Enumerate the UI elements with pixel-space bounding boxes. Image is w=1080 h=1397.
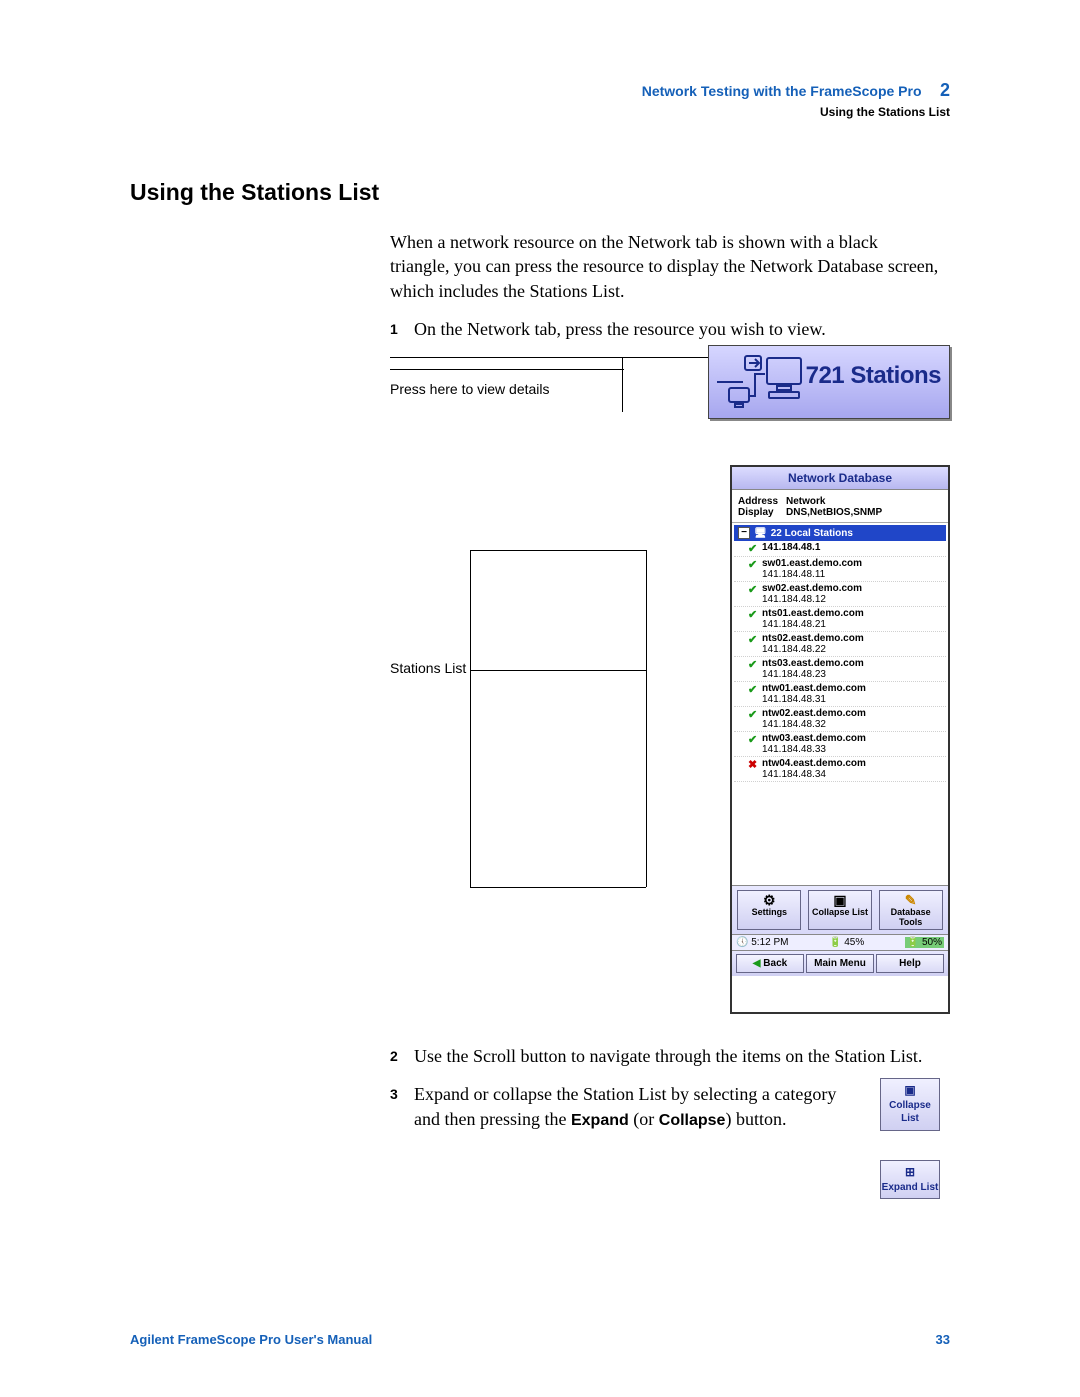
station-label: ntw02.east.demo.com141.184.48.32: [762, 708, 866, 730]
tree-group-header[interactable]: − 🖥 22 Local Stations: [734, 525, 946, 541]
station-item[interactable]: ✔ ntw02.east.demo.com141.184.48.32: [734, 707, 946, 732]
chapter-title: Network Testing with the FrameScope Pro: [642, 83, 922, 99]
collapse-list-button[interactable]: ▣ Collapse List: [808, 890, 872, 930]
expand-list-mini-button[interactable]: ⊞ Expand List: [880, 1160, 940, 1199]
station-label: nts02.east.demo.com141.184.48.22: [762, 633, 864, 655]
stations-tree[interactable]: − 🖥 22 Local Stations ✔ 141.184.48.1 ✔ sw01…: [732, 523, 948, 886]
station-label: ntw04.east.demo.com141.184.48.34: [762, 758, 866, 780]
device-screenshot: Network Database Address Network Display…: [730, 465, 950, 1014]
step-text: Use the Scroll button to navigate throug…: [414, 1046, 922, 1066]
station-item[interactable]: ✔ nts03.east.demo.com141.184.48.23: [734, 657, 946, 682]
info-key-display: Display: [738, 507, 786, 518]
station-item[interactable]: ✔ sw02.east.demo.com141.184.48.12: [734, 582, 946, 607]
check-icon: ✔: [748, 633, 758, 646]
page-footer: Agilent FrameScope Pro User's Manual 33: [130, 1332, 950, 1347]
collapse-icon: ▣: [809, 893, 871, 907]
station-item[interactable]: ✔ nts02.east.demo.com141.184.48.22: [734, 632, 946, 657]
expand-label: Expand: [571, 1112, 629, 1129]
step-number: 2: [390, 1047, 398, 1066]
station-item[interactable]: ✔ 141.184.48.1: [734, 541, 946, 557]
tools-icon: ✎: [880, 893, 942, 907]
collapse-label: Collapse: [659, 1112, 726, 1129]
device-title: Network Database: [732, 467, 948, 490]
figure-device-screenshot: Stations List Network Database Address N…: [390, 465, 950, 1020]
figure2-caption: Stations List: [390, 660, 466, 676]
check-icon: ✔: [748, 608, 758, 621]
figure-stations-banner: Press here to view details 721 Stations: [390, 355, 950, 435]
running-header-sub: Using the Stations List: [130, 105, 950, 119]
step-3: 3 Expand or collapse the Station List by…: [390, 1082, 940, 1131]
step-text-part: (or: [629, 1109, 659, 1129]
station-item[interactable]: ✖ ntw04.east.demo.com141.184.48.34: [734, 757, 946, 782]
collapse-list-mini-button[interactable]: ▣ Collapse List: [880, 1078, 940, 1130]
error-icon: ✖: [748, 758, 758, 771]
tree-group-label: 22 Local Stations: [771, 528, 853, 539]
footer-page-number: 33: [936, 1332, 950, 1347]
station-label: nts01.east.demo.com141.184.48.21: [762, 608, 864, 630]
back-arrow-icon: ◀: [753, 958, 761, 969]
station-item[interactable]: ✔ ntw03.east.demo.com141.184.48.33: [734, 732, 946, 757]
check-icon: ✔: [748, 733, 758, 746]
check-icon: ✔: [748, 558, 758, 571]
step-1: 1 On the Network tab, press the resource…: [390, 317, 940, 341]
status-bat1: 45%: [844, 937, 864, 948]
check-icon: ✔: [748, 708, 758, 721]
intro-paragraph: When a network resource on the Network t…: [390, 230, 940, 303]
station-label: ntw01.east.demo.com141.184.48.31: [762, 683, 866, 705]
footer-manual-title: Agilent FrameScope Pro User's Manual: [130, 1332, 372, 1347]
station-label: sw01.east.demo.com141.184.48.11: [762, 558, 862, 580]
step-2: 2 Use the Scroll button to navigate thro…: [390, 1044, 940, 1068]
station-label: sw02.east.demo.com141.184.48.12: [762, 583, 862, 605]
collapse-toggle-icon[interactable]: −: [738, 527, 750, 539]
figure1-caption: Press here to view details: [390, 381, 550, 397]
station-label: 141.184.48.1: [762, 542, 820, 553]
check-icon: ✔: [748, 542, 758, 555]
step-number: 1: [390, 320, 398, 339]
main-menu-button[interactable]: Main Menu: [806, 954, 874, 973]
collapse-icon: ▣: [881, 1082, 939, 1098]
check-icon: ✔: [748, 583, 758, 596]
status-bar: 🕔 5:12 PM 🔋 45% 🔋 50%: [732, 935, 948, 951]
check-icon: ✔: [748, 683, 758, 696]
expand-icon: ⊞: [881, 1164, 939, 1180]
station-label: ntw03.east.demo.com141.184.48.33: [762, 733, 866, 755]
station-label: nts03.east.demo.com141.184.48.23: [762, 658, 864, 680]
help-button[interactable]: Help: [876, 954, 944, 973]
settings-button[interactable]: ⚙ Settings: [737, 890, 801, 930]
step-number: 3: [390, 1085, 398, 1104]
section-heading: Using the Stations List: [130, 179, 950, 206]
info-val-display: DNS,NetBIOS,SNMP: [786, 507, 882, 518]
step-text-part: ) button.: [725, 1109, 786, 1129]
station-item[interactable]: ✔ nts01.east.demo.com141.184.48.21: [734, 607, 946, 632]
settings-icon: ⚙: [738, 893, 800, 907]
station-item[interactable]: ✔ ntw01.east.demo.com141.184.48.31: [734, 682, 946, 707]
status-bat2: 50%: [922, 937, 942, 948]
back-button[interactable]: ◀ Back: [736, 954, 804, 973]
running-header: Network Testing with the FrameScope Pro …: [130, 80, 950, 101]
step-text: On the Network tab, press the resource y…: [414, 319, 826, 339]
info-val-address: Network: [786, 496, 825, 507]
nav-bar: ◀ Back Main Menu Help: [732, 951, 948, 976]
status-time: 5:12 PM: [751, 937, 788, 948]
database-tools-button[interactable]: ✎ Database Tools: [879, 890, 943, 930]
toolbar: ⚙ Settings ▣ Collapse List ✎ Database To…: [732, 886, 948, 935]
station-item[interactable]: ✔ sw01.east.demo.com141.184.48.11: [734, 557, 946, 582]
device-info: Address Network Display DNS,NetBIOS,SNMP: [732, 490, 948, 523]
stations-count-label: 721 Stations: [806, 362, 941, 390]
chapter-number: 2: [940, 80, 950, 100]
stations-banner[interactable]: 721 Stations: [708, 345, 950, 419]
check-icon: ✔: [748, 658, 758, 671]
info-key-address: Address: [738, 496, 786, 507]
